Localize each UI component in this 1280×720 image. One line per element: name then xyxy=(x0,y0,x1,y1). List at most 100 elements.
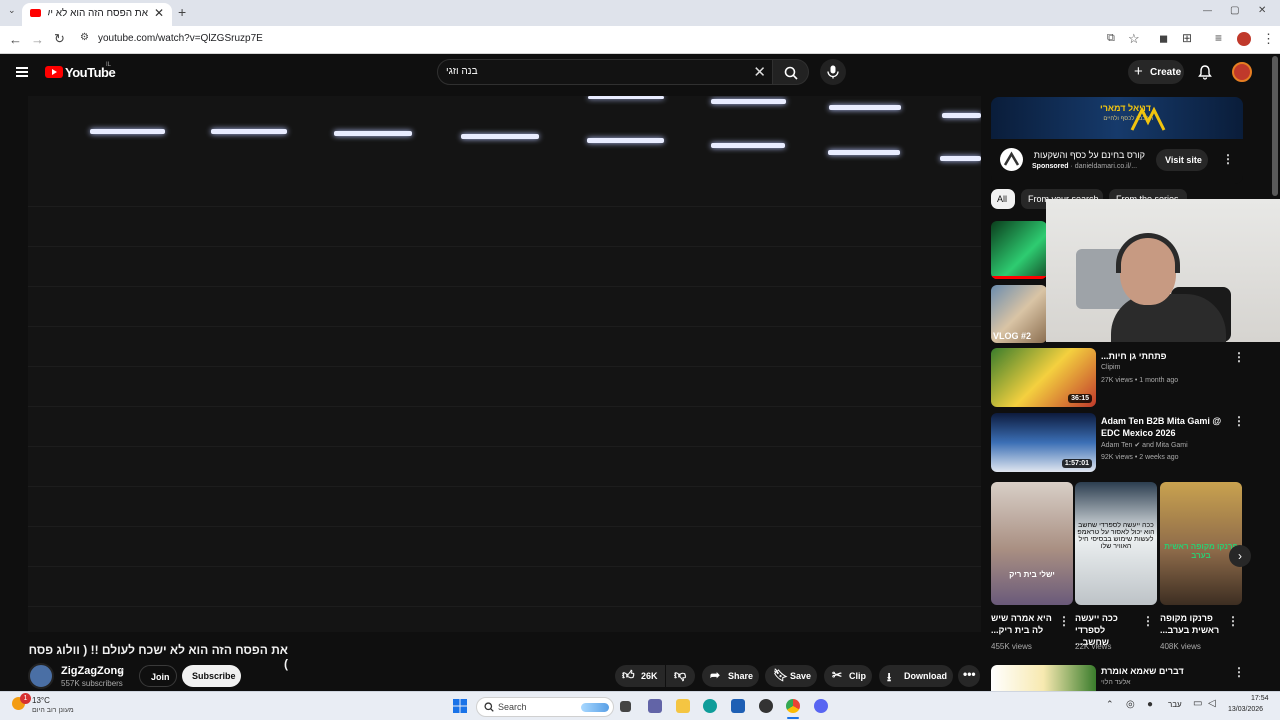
chip-all[interactable]: All xyxy=(991,189,1015,209)
tray-overflow-icon[interactable]: ⌃ xyxy=(1106,699,1114,710)
thumbs-down-icon: 👎︎ xyxy=(674,668,687,682)
discord-icon[interactable] xyxy=(814,699,828,713)
related-thumbnail[interactable] xyxy=(991,665,1096,691)
related-channel[interactable]: אלעד הלוי xyxy=(1101,679,1131,686)
related-thumbnail[interactable] xyxy=(991,221,1047,279)
clock-date[interactable]: 13/03/2026 xyxy=(1228,706,1263,713)
clear-search-icon[interactable]: ✕ xyxy=(753,63,766,81)
minimize-button[interactable]: — xyxy=(1203,5,1212,15)
edge-icon[interactable] xyxy=(703,699,717,713)
related-more-icon[interactable]: ⋮ xyxy=(1233,350,1245,364)
account-avatar[interactable] xyxy=(1232,62,1252,82)
clock-time[interactable]: 17:54 xyxy=(1251,695,1269,702)
share-button[interactable]: ➦ Share xyxy=(702,665,759,687)
dislike-button[interactable]: 👎︎ xyxy=(666,665,695,687)
tab-close-icon[interactable]: ✕ xyxy=(154,6,164,20)
short-thumbnail[interactable]: ישלי בית ריק xyxy=(991,482,1073,605)
media-control-icon[interactable]: ≡ xyxy=(1215,31,1222,45)
join-label: Join xyxy=(151,672,170,682)
channel-name[interactable]: ZigZagZong xyxy=(61,665,124,677)
related-channel[interactable]: Adam Ten ✔ and Mita Gami xyxy=(1101,441,1188,449)
download-button[interactable]: ⭳ Download xyxy=(879,665,953,687)
related-more-icon[interactable]: ⋮ xyxy=(1233,414,1245,428)
network-icon[interactable]: ▭ xyxy=(1193,698,1202,709)
notifications-bell-icon[interactable] xyxy=(1198,65,1212,80)
volume-icon[interactable]: ◁ xyxy=(1208,698,1216,709)
hamburger-menu-icon[interactable] xyxy=(16,67,28,77)
ad-more-icon[interactable]: ⋮ xyxy=(1222,152,1234,166)
channel-avatar[interactable] xyxy=(28,663,54,689)
forward-icon[interactable]: → xyxy=(31,32,44,47)
save-button[interactable]: 🔖︎ Save xyxy=(765,665,817,687)
browser-menu-icon[interactable]: ⋮ xyxy=(1262,31,1275,47)
site-info-icon[interactable]: ⚙ xyxy=(80,32,89,43)
clip-label: Clip xyxy=(849,671,866,681)
close-window-button[interactable]: ✕ xyxy=(1258,5,1266,16)
extension-icon[interactable]: ◼ xyxy=(1159,32,1168,45)
ad-title[interactable]: קורס בחינם על כסף והשקעות xyxy=(1029,150,1145,160)
short-title[interactable]: פרנקו מקופה ראשית בערב... xyxy=(1160,612,1224,636)
language-indicator[interactable]: עבר xyxy=(1168,700,1182,709)
store-icon[interactable] xyxy=(731,699,745,713)
webcam-headphones xyxy=(1116,233,1180,273)
more-actions-button[interactable]: ••• xyxy=(958,665,980,687)
create-button[interactable]: + Create xyxy=(1128,60,1184,84)
new-tab-button[interactable]: + xyxy=(178,4,186,20)
related-more-icon[interactable]: ⋮ xyxy=(1233,665,1245,679)
advertiser-logo[interactable] xyxy=(1000,148,1023,171)
back-icon[interactable]: ← xyxy=(9,32,22,47)
voice-search-button[interactable] xyxy=(820,59,846,85)
bookmark-star-icon[interactable]: ☆ xyxy=(1128,31,1140,47)
weather-widget[interactable]: 1 13°C מעונן רוב היום xyxy=(10,693,100,719)
reload-icon[interactable]: ↻ xyxy=(54,31,65,47)
short-more-icon[interactable]: ⋮ xyxy=(1058,614,1070,628)
visit-site-button[interactable]: Visit site xyxy=(1156,149,1208,171)
short-views: 455K views xyxy=(991,642,1032,651)
taskbar-search[interactable]: Search xyxy=(476,697,614,717)
related-channel[interactable]: Clipim xyxy=(1101,364,1120,371)
youtube-logo-icon[interactable] xyxy=(45,66,63,78)
install-app-icon[interactable]: ⧉ xyxy=(1107,32,1115,45)
shorts-next-button[interactable]: › xyxy=(1229,545,1251,567)
tray-mic-icon[interactable]: ● xyxy=(1147,699,1153,710)
related-thumbnail[interactable]: 36:15 xyxy=(991,348,1096,407)
sponsored-ad[interactable]: דניאל דמארי ההכנה לכסף ולחיים קורס בחינם… xyxy=(991,97,1243,184)
clip-button[interactable]: ✂ Clip xyxy=(824,665,872,687)
tray-app-icon[interactable]: ◎ xyxy=(1126,699,1135,710)
search-button[interactable] xyxy=(773,59,809,85)
join-button[interactable]: Join xyxy=(139,665,177,687)
short-thumbnail[interactable]: פרנקו מקופה ראשית בערב xyxy=(1160,482,1242,605)
related-title[interactable]: דברים שאמא אומרת xyxy=(1101,666,1231,676)
windows-start-icon[interactable] xyxy=(453,699,467,713)
video-duration: 1:57:01 xyxy=(1061,459,1092,468)
like-button[interactable]: 👍︎ 26K xyxy=(615,665,665,687)
chrome-icon[interactable] xyxy=(786,699,800,713)
video-player[interactable] xyxy=(28,96,981,632)
save-label: Save xyxy=(790,671,812,681)
related-title[interactable]: Adam Ten B2B Mita Gami @ EDC Mexico 2026 xyxy=(1101,415,1231,439)
file-explorer-icon[interactable] xyxy=(676,699,690,713)
short-more-icon[interactable]: ⋮ xyxy=(1227,614,1239,628)
more-horizontal-icon: ••• xyxy=(963,667,976,681)
related-thumbnail[interactable]: 1:57:01 xyxy=(991,413,1096,472)
ad-sponsored-label: Sponsored xyxy=(1032,163,1069,170)
short-title[interactable]: היא אמרה שיש לה בית ריק... xyxy=(991,612,1055,636)
maximize-button[interactable]: ▢ xyxy=(1230,5,1239,16)
short-thumbnail[interactable]: ככה ייעשה לספרדי שחשב הוא יכול לאסור על … xyxy=(1075,482,1157,605)
related-title[interactable]: פתחתי גן חיות... xyxy=(1101,351,1231,361)
short-more-icon[interactable]: ⋮ xyxy=(1142,614,1154,628)
task-view-icon[interactable] xyxy=(620,701,631,712)
ad-banner[interactable]: דניאל דמארי ההכנה לכסף ולחיים xyxy=(991,97,1243,139)
search-input[interactable]: בנה וזגי ✕ xyxy=(437,59,773,85)
app-icon[interactable] xyxy=(759,699,773,713)
browser-tab[interactable]: את הפסח הזה הוא לא ישכח לעולם !! ✕ xyxy=(22,3,172,26)
extensions-puzzle-icon[interactable]: ⊞ xyxy=(1182,31,1192,45)
teams-icon[interactable] xyxy=(648,699,662,713)
profile-avatar-icon[interactable] xyxy=(1237,32,1251,46)
page-scrollbar[interactable] xyxy=(1272,56,1278,196)
related-thumbnail[interactable]: VLOG #2 xyxy=(991,285,1047,343)
url-field[interactable]: youtube.com/watch?v=QlZGSruzp7E xyxy=(98,33,263,44)
subscribe-button[interactable]: Subscribe xyxy=(182,665,241,687)
tab-search-icon[interactable]: ⌄ xyxy=(8,5,16,16)
advertiser-logo-icon xyxy=(1003,151,1020,166)
